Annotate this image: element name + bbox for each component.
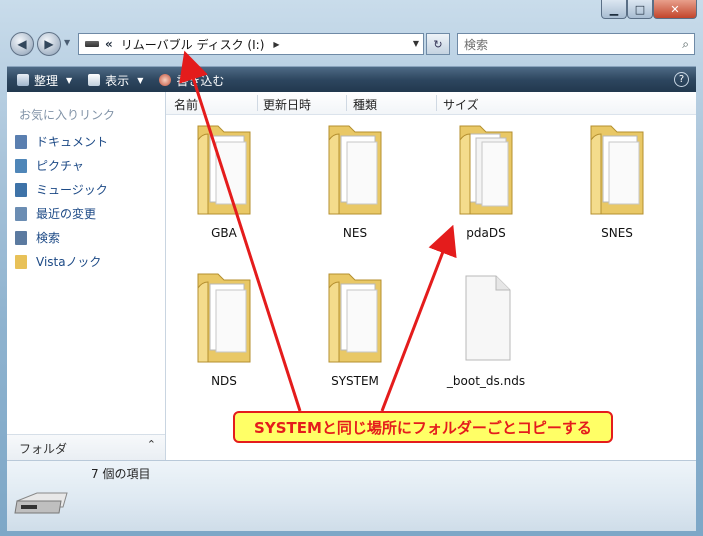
caret-down-icon: ▼ [66,75,73,85]
address-bar[interactable]: « リムーバブル ディスク (I:) ▶ ▼ [78,33,424,55]
nav-link-label: ピクチャ [36,159,84,173]
file-icon [465,275,511,361]
item-name: SNES [601,226,633,240]
address-overflow-chevron[interactable]: « [105,37,113,51]
item-count: 7 個の項目 [91,467,151,481]
documents-icon [15,134,27,149]
explorer-window: ▁ □ ✕ ◀ ▶ ▼ « リムーバブル ディスク (I:) ▶ ▼ ↻ 検索 … [0,0,703,536]
item-name: GBA [211,226,237,240]
folders-label: フォルダ [19,442,68,456]
favorite-links-header: お気に入りリンク [19,108,116,122]
folder-icon [197,273,251,363]
back-button[interactable]: ◀ [10,32,34,56]
column-header-size[interactable]: サイズ [443,96,479,113]
removable-drive-icon [85,41,99,47]
folder-item[interactable]: GBA [174,120,274,240]
nav-link-recent-changes[interactable]: 最近の変更 [15,205,96,222]
column-headers: 名前 更新日時 種類 サイズ [166,92,696,115]
column-header-modified[interactable]: 更新日時 [263,96,311,113]
back-arrow-icon: ◀ [17,37,27,51]
burn-button[interactable]: 書き込む [159,72,224,89]
folder-item[interactable]: NDS [174,268,274,388]
file-list[interactable]: 名前 更新日時 種類 サイズ GBA NES pdaDS SNES NDS SY… [166,92,696,460]
folder-icon [328,273,382,363]
address-dropdown-icon[interactable]: ▼ [413,39,419,48]
organize-button[interactable]: 整理 ▼ [17,72,72,89]
nav-link-searches[interactable]: 検索 [15,229,60,246]
nav-link-label: 検索 [36,231,61,245]
views-button[interactable]: 表示 ▼ [88,72,143,89]
crumb-arrow-icon[interactable]: ▶ [273,40,279,49]
organize-label: 整理 [34,73,59,88]
folder-icon [197,125,251,215]
folder-icon [590,125,644,215]
folder-icon [15,254,27,269]
nav-link-label: ドキュメント [36,135,109,149]
navigation-pane: お気に入りリンク ドキュメント ピクチャ ミュージック 最近の変更 検索 Vis… [7,92,166,461]
folder-item[interactable]: SYSTEM [305,268,405,388]
details-pane: 7 個の項目 [7,460,696,531]
music-icon [15,182,27,197]
minimize-button[interactable]: ▁ [601,0,627,19]
views-icon [88,74,101,86]
folder-item[interactable]: SNES [567,120,667,240]
nav-link-pictures[interactable]: ピクチャ [15,157,84,174]
folders-toggle[interactable]: フォルダ ⌃ [7,434,165,461]
annotation-callout: SYSTEMと同じ場所にフォルダーごとコピーする [233,411,613,443]
item-name: _boot_ds.nds [446,374,526,388]
item-name: NES [342,226,368,240]
column-separator[interactable] [257,95,258,111]
folder-item[interactable]: pdaDS [436,120,536,240]
file-item[interactable]: _boot_ds.nds [436,268,536,388]
folder-icon [459,125,513,215]
close-button[interactable]: ✕ [653,0,697,19]
caret-down-icon: ▼ [137,75,144,85]
item-name: SYSTEM [331,374,379,388]
column-header-type[interactable]: 種類 [353,96,377,113]
column-separator[interactable] [436,95,437,111]
recent-pages-dropdown[interactable]: ▼ [64,38,70,47]
removable-drive-icon [14,492,68,514]
nav-link-label: 最近の変更 [36,207,97,221]
refresh-icon: ↻ [433,37,443,51]
forward-arrow-icon: ▶ [44,37,54,51]
nav-link-label: ミュージック [36,183,108,197]
search-icon [15,230,27,245]
recent-changes-icon [15,206,27,221]
column-separator[interactable] [346,95,347,111]
search-placeholder: 検索 [464,37,489,52]
nav-link-vista-book[interactable]: Vistaノック [15,253,101,270]
search-box[interactable]: 検索 ⌕ [457,33,695,55]
refresh-button[interactable]: ↻ [426,33,450,55]
organize-icon [17,74,29,86]
nav-link-music[interactable]: ミュージック [15,181,108,198]
column-header-name[interactable]: 名前 [174,96,198,113]
help-icon: ? [678,74,685,85]
burn-label: 書き込む [176,73,225,88]
item-name: NDS [211,374,237,388]
help-button[interactable]: ? [674,72,689,87]
folder-item[interactable]: NES [305,120,405,240]
burn-icon [159,74,172,86]
views-label: 表示 [105,73,130,88]
chevron-up-icon: ⌃ [146,438,156,451]
command-bar: 整理 ▼ 表示 ▼ 書き込む ? [7,66,696,93]
maximize-button[interactable]: □ [627,0,653,19]
address-crumb[interactable]: リムーバブル ディスク (I:) [121,36,265,53]
nav-link-label: Vistaノック [36,255,102,269]
nav-link-documents[interactable]: ドキュメント [15,133,108,150]
pictures-icon [15,158,27,173]
forward-button[interactable]: ▶ [37,32,61,56]
folder-icon [328,125,382,215]
search-icon[interactable]: ⌕ [682,37,689,52]
item-name: pdaDS [466,226,506,240]
